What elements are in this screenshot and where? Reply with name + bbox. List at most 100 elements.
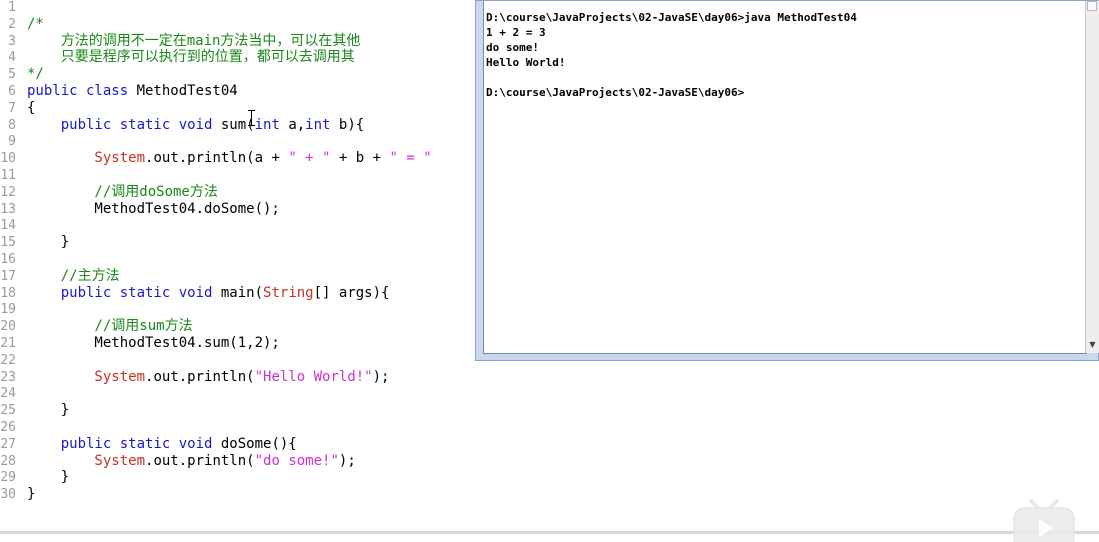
scroll-up-arrow-icon[interactable] [1087,1,1097,11]
code-text: MethodTest04.sum(1,2); [27,335,280,352]
line-number: 5 [8,67,16,83]
console-line: 1 + 2 = 3 [486,26,546,39]
code-token: .out.println( [145,368,255,385]
code-text: } [27,469,69,486]
code-token: ); [372,368,390,385]
console-output-area[interactable]: D:\course\JavaProjects\02-JavaSE\day06>j… [483,1,1087,354]
code-token: //调用sum方法 [27,318,193,335]
line-number: 12 [0,184,16,200]
line-number: 7 [8,100,16,116]
code-token: b){ [338,116,365,133]
code-token: public static void [27,435,221,452]
code-token: String [263,284,314,301]
code-text: { [27,100,35,117]
code-token: } [27,469,70,486]
code-text: /* [27,16,44,33]
code-token: "Hello World!" [254,368,373,385]
line-number: 22 [0,352,16,368]
code-token: //主方法 [27,267,120,284]
code-text: //主方法 [27,268,120,285]
code-token: public static void [27,284,221,301]
line-number: 4 [8,50,16,66]
line-number: 9 [8,134,16,150]
text-cursor-ibeam-icon [248,110,258,126]
line-number: 18 [0,285,16,301]
code-token: int [305,116,339,133]
console-line: do some! [486,41,539,54]
code-text: } [27,486,35,503]
line-number: 11 [0,168,16,183]
code-token: MethodTest04.sum(1,2); [27,335,280,351]
code-token: [] args){ [313,284,390,301]
code-token: .out.println(a + [145,150,289,167]
scroll-down-arrow-icon[interactable]: ▼ [1087,339,1098,351]
code-token: MethodTest04 [136,83,238,99]
code-token: + b + [330,150,390,167]
line-number: 6 [8,84,16,99]
line-number: 3 [8,33,16,49]
code-text: 只要是程序可以执行到的位置，都可以去调用其 [27,49,355,66]
line-number: 10 [0,151,16,167]
line-number: 13 [0,201,16,217]
code-token: "do some!" [254,452,339,469]
line-number: 2 [8,16,16,32]
line-number: 27 [0,436,16,452]
line-number: 16 [0,252,16,267]
code-token: 方法的调用不一定在main方法当中，可以在其他 [27,32,361,49]
code-text: } [27,234,69,251]
code-text: public static void main(String[] args){ [27,284,390,302]
code-text: System.out.println(a + " + " + b + " = " [27,150,432,167]
console-scrollbar[interactable]: ▼ [1085,1,1099,353]
line-number: 19 [0,302,16,318]
code-text: //调用sum方法 [27,318,193,335]
code-token: MethodTest04.doSome(); [27,200,280,217]
line-number: 20 [0,319,16,335]
line-number: 17 [0,268,16,284]
code-token: } [27,402,70,419]
code-token: System [27,150,146,167]
code-token: a, [288,116,306,133]
line-number: 28 [0,453,16,469]
code-token: .out.println( [145,452,255,469]
line-number: 24 [0,386,16,402]
line-number: 8 [8,117,16,133]
code-token: main( [220,284,264,301]
line-number: 14 [0,218,16,234]
code-text: public static void doSome(){ [27,436,297,453]
line-number: 29 [0,470,16,486]
line-number: 30 [0,487,16,503]
code-text: MethodTest04.doSome(); [27,200,280,218]
code-text: System.out.println("Hello World!"); [27,369,389,386]
code-text: */ [27,66,44,83]
code-text: //调用doSome方法 [27,183,218,201]
code-text: 方法的调用不一定在main方法当中，可以在其他 [27,32,361,50]
code-token: System [27,368,146,385]
code-token: */ [27,66,44,83]
code-token: { [27,99,36,116]
line-number: 21 [0,336,16,351]
bilibili-tv-logo-icon [1013,499,1075,542]
code-token: doSome(){ [220,435,297,452]
code-token: System [27,452,146,469]
line-number: 15 [0,235,16,251]
code-token: " + " [288,150,331,167]
code-token: /* [27,15,44,32]
code-text: } [27,402,69,419]
line-number: 25 [0,403,16,419]
code-token: int [254,116,289,133]
console-line: D:\course\JavaProjects\02-JavaSE\day06>j… [486,11,857,24]
code-token: " = " [389,150,432,167]
line-number: 23 [0,369,16,385]
console-line: D:\course\JavaProjects\02-JavaSE\day06> [486,86,745,99]
line-number: 26 [0,420,16,435]
code-token: ); [338,452,356,469]
code-text: public class MethodTest04 [27,83,238,100]
line-number: 1 [8,0,16,15]
console-window[interactable]: D:\course\JavaProjects\02-JavaSE\day06>j… [475,0,1099,361]
code-token: } [27,486,36,503]
code-token: public class [27,83,137,99]
code-token: } [27,234,70,251]
code-text: System.out.println("do some!"); [27,452,356,470]
console-line: Hello World! [486,56,566,69]
code-token: //调用doSome方法 [27,183,218,200]
